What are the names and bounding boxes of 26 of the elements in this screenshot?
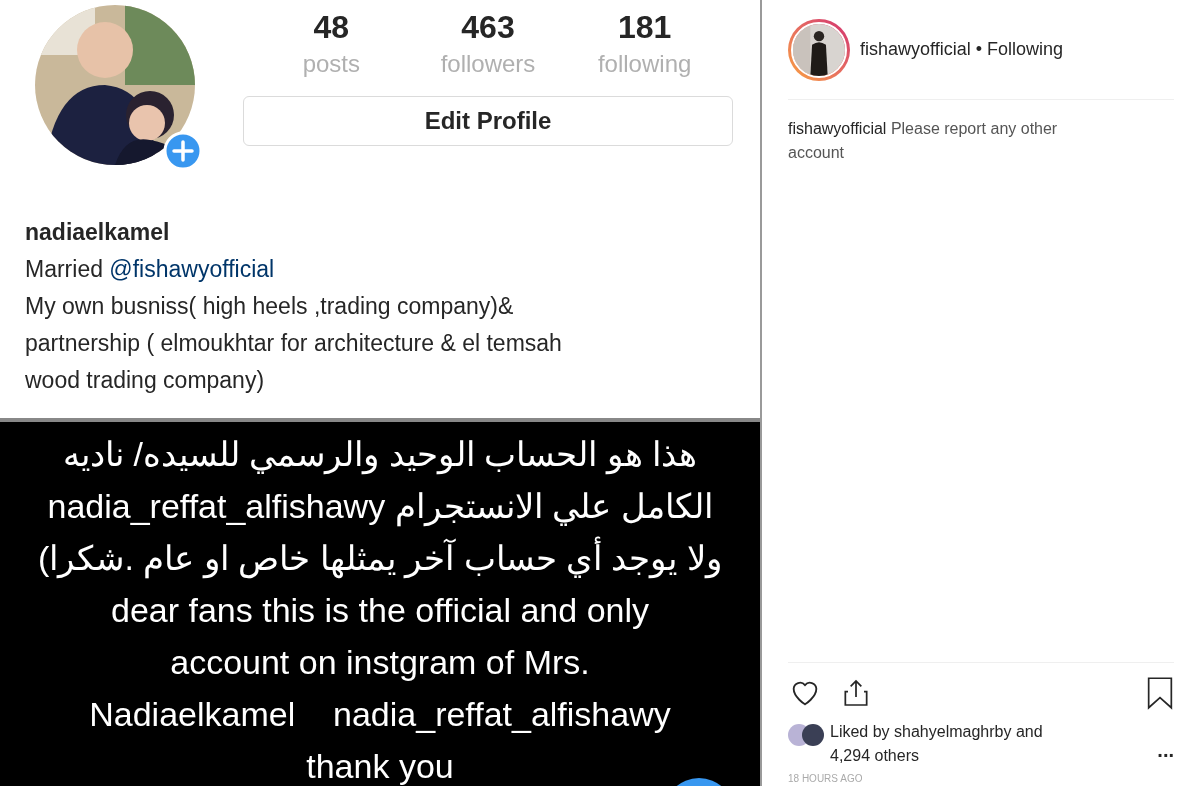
stat-count: 181	[617, 8, 672, 47]
mention-link[interactable]: @fishawyofficial	[109, 256, 275, 282]
post-text-line: dear fans this is the official and only	[111, 590, 649, 631]
follow-status[interactable]: • Following	[975, 36, 1064, 63]
stat-count: 48	[313, 8, 350, 47]
bio-line: partnership ( elmoukhtar for architecture & el temsah	[25, 329, 563, 358]
post-text-line: الكامل علي الانستجرام nadia_reffat_alfishawy	[47, 486, 713, 529]
more-options[interactable]: ...	[1157, 738, 1174, 762]
post-text-line: account on instgram of Mrs.	[170, 642, 590, 683]
add-icon[interactable]	[163, 131, 203, 171]
post-text-line: ولا يوجد أي حساب آخر يمثلها خاص او عام .شكرا)	[38, 532, 722, 584]
edit-profile-button[interactable]: Edit Profile	[243, 96, 733, 146]
post-text-line: هذا هو الحساب الوحيد والرسمي للسيده/ ناديه	[62, 434, 698, 477]
bookmark-icon[interactable]	[1146, 676, 1174, 710]
bio-line: My own busniss( high heels ,trading company)&	[25, 292, 515, 321]
author-name[interactable]: fishawyofficial	[860, 36, 971, 63]
post-time: 18 HOURS AGO	[788, 772, 864, 786]
bio-line: Married @fishawyofficial	[25, 255, 276, 284]
likes-text[interactable]: Liked by shahyelmaghrby and 4,294 others	[830, 720, 1070, 768]
liker-avatars[interactable]	[788, 724, 824, 746]
caption: fishawyofficial Please report any other account	[788, 119, 1059, 163]
post-text-line: thank you	[306, 746, 454, 786]
bio-line: wood trading company)	[25, 366, 266, 395]
post-text-line: Nadiaelkamel nadia_reffat_alfishawy	[89, 694, 671, 735]
stat-count: 463	[461, 8, 515, 47]
username: nadiaelkamel	[25, 218, 171, 247]
